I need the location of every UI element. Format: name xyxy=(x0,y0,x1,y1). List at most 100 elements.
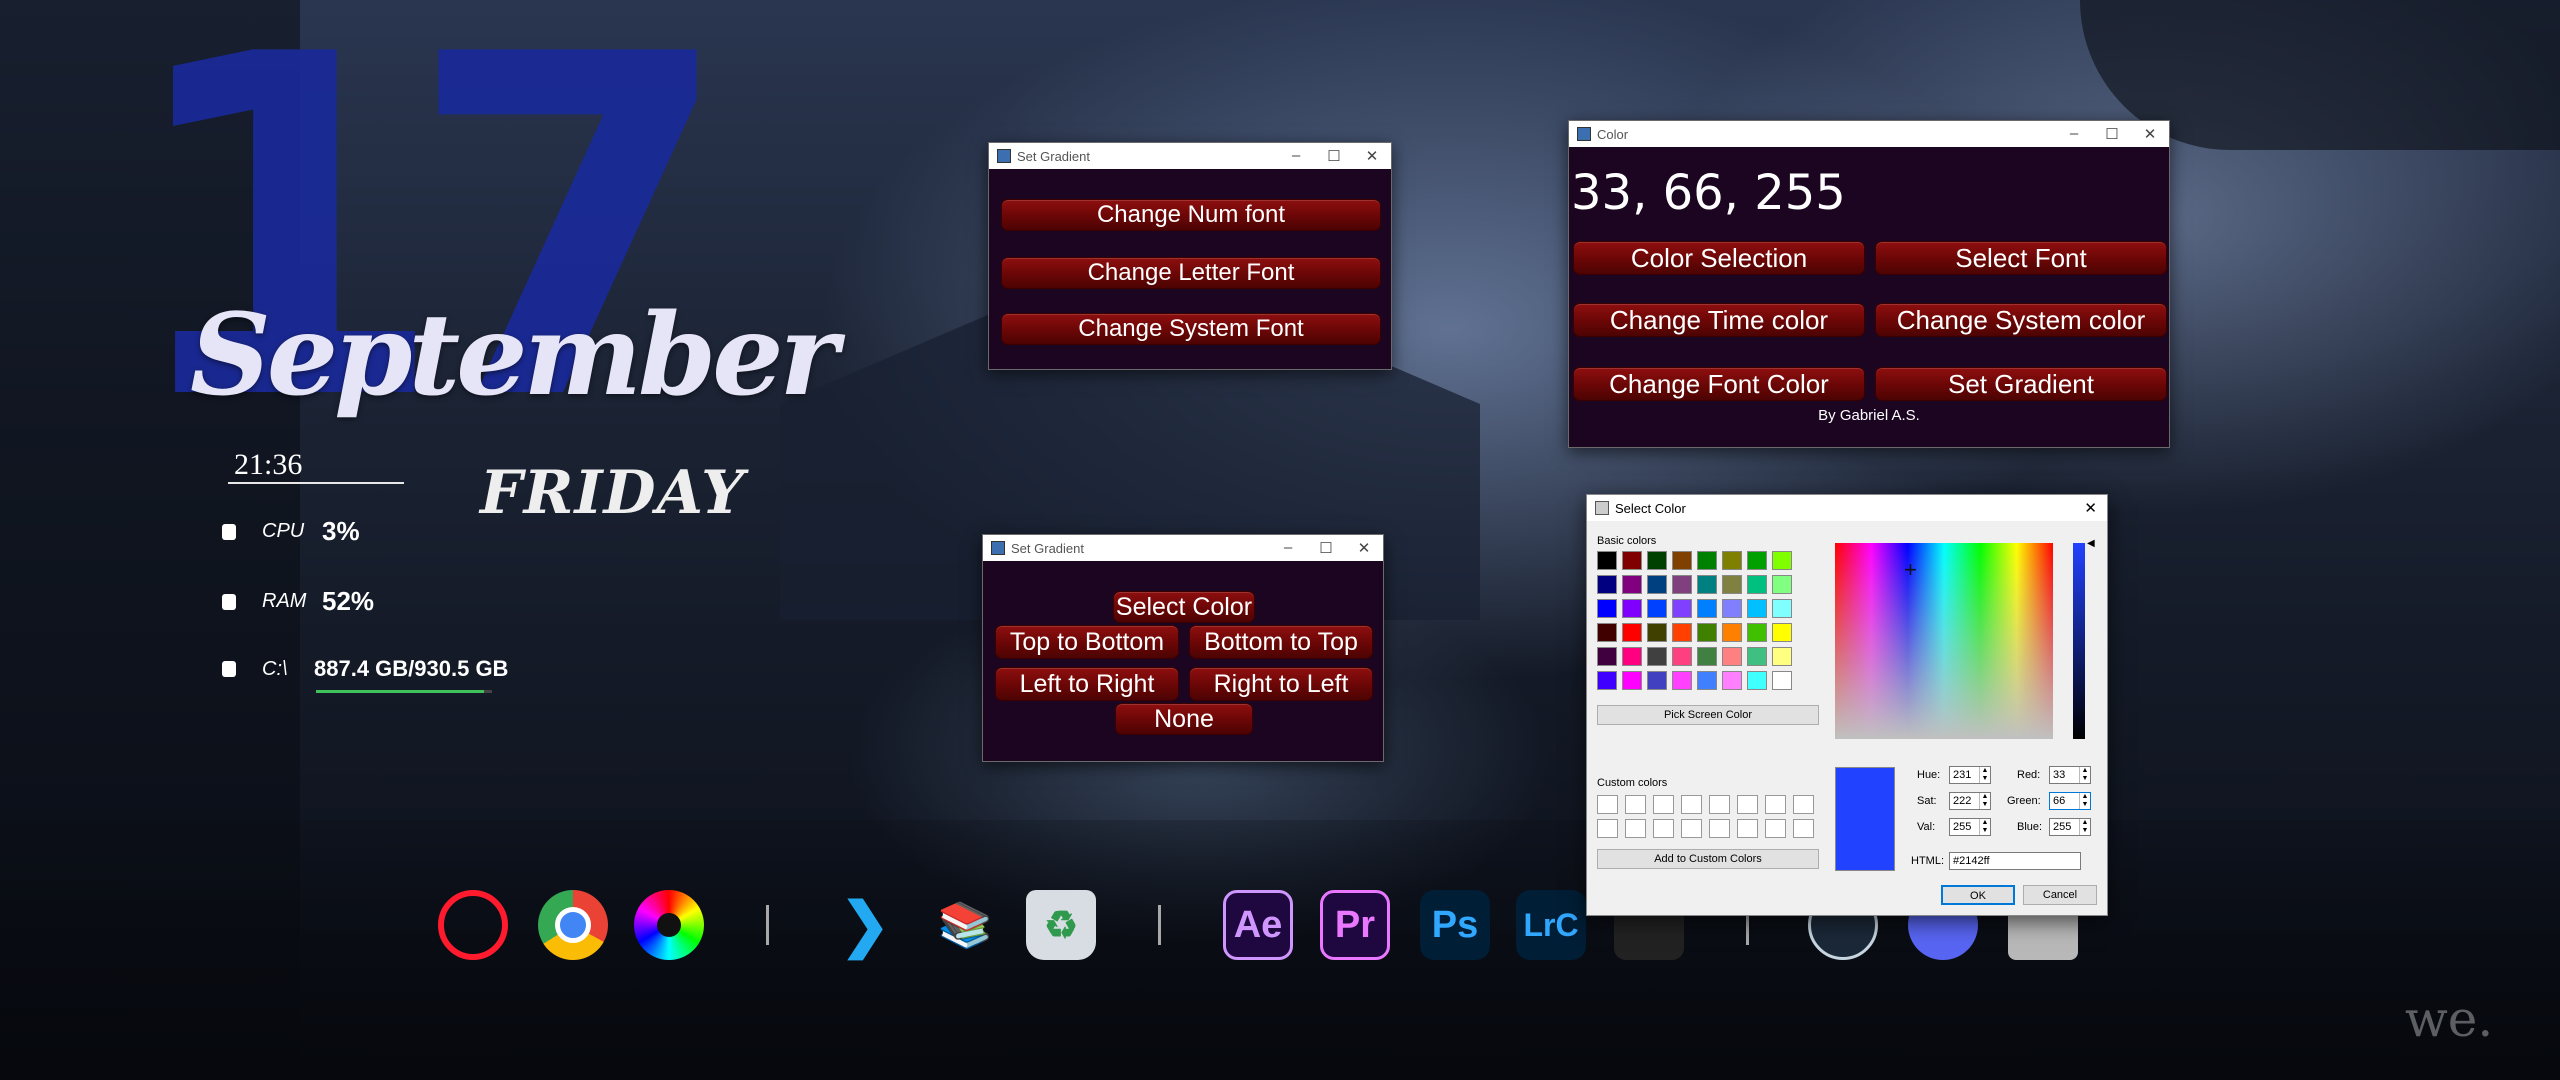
custom-color-slot[interactable] xyxy=(1625,795,1646,814)
select-font-button[interactable]: Select Font xyxy=(1875,241,2167,275)
custom-color-slot[interactable] xyxy=(1597,795,1618,814)
basic-color-swatch[interactable] xyxy=(1697,551,1717,570)
color-wheel-icon[interactable] xyxy=(634,890,704,960)
minimize-icon[interactable]: – xyxy=(1269,539,1307,557)
ok-button[interactable]: OK xyxy=(1941,885,2015,905)
custom-color-slot[interactable] xyxy=(1765,795,1786,814)
custom-color-slot[interactable] xyxy=(1709,795,1730,814)
basic-color-swatch[interactable] xyxy=(1597,671,1617,690)
basic-color-swatch[interactable] xyxy=(1647,599,1667,618)
basic-color-swatch[interactable] xyxy=(1672,599,1692,618)
basic-color-swatch[interactable] xyxy=(1597,623,1617,642)
hue-input[interactable]: 231 ▲ ▼ xyxy=(1949,766,1991,784)
basic-color-swatch[interactable] xyxy=(1697,647,1717,666)
left-to-right-button[interactable]: Left to Right xyxy=(995,667,1179,701)
basic-color-swatch[interactable] xyxy=(1622,647,1642,666)
basic-color-swatch[interactable] xyxy=(1697,599,1717,618)
green-input[interactable]: 66 ▲ ▼ xyxy=(2049,792,2091,810)
basic-color-swatch[interactable] xyxy=(1597,575,1617,594)
maximize-icon[interactable]: ☐ xyxy=(2093,125,2131,143)
basic-color-swatch[interactable] xyxy=(1672,575,1692,594)
maximize-icon[interactable]: ☐ xyxy=(1307,539,1345,557)
change-system-color-button[interactable]: Change System color xyxy=(1875,303,2167,337)
chrome-icon[interactable] xyxy=(538,890,608,960)
custom-color-slot[interactable] xyxy=(1653,819,1674,838)
none-button[interactable]: None xyxy=(1115,703,1253,735)
custom-color-slot[interactable] xyxy=(1597,819,1618,838)
basic-color-swatch[interactable] xyxy=(1672,551,1692,570)
basic-color-swatch[interactable] xyxy=(1772,575,1792,594)
lightroom-icon[interactable]: LrC xyxy=(1516,890,1586,960)
basic-color-swatch[interactable] xyxy=(1597,647,1617,666)
change-system-font-button[interactable]: Change System Font xyxy=(1001,313,1381,345)
basic-color-swatch[interactable] xyxy=(1622,575,1642,594)
change-time-color-button[interactable]: Change Time color xyxy=(1573,303,1865,337)
basic-color-swatch[interactable] xyxy=(1772,623,1792,642)
val-input[interactable]: 255 ▲ ▼ xyxy=(1949,818,1991,836)
basic-color-swatch[interactable] xyxy=(1647,623,1667,642)
change-letter-font-button[interactable]: Change Letter Font xyxy=(1001,257,1381,289)
opera-icon[interactable] xyxy=(438,890,508,960)
basic-color-swatch[interactable] xyxy=(1647,647,1667,666)
basic-color-swatch[interactable] xyxy=(1772,551,1792,570)
basic-color-swatch[interactable] xyxy=(1672,671,1692,690)
basic-color-swatch[interactable] xyxy=(1672,647,1692,666)
sat-input[interactable]: 222 ▲ ▼ xyxy=(1949,792,1991,810)
basic-color-swatch[interactable] xyxy=(1597,551,1617,570)
custom-color-slot[interactable] xyxy=(1793,819,1814,838)
library-icon[interactable]: 📚 xyxy=(930,890,1000,960)
cancel-button[interactable]: Cancel xyxy=(2023,885,2097,905)
close-icon[interactable]: ✕ xyxy=(1353,147,1391,165)
basic-color-swatch[interactable] xyxy=(1597,599,1617,618)
minimize-icon[interactable]: – xyxy=(2055,125,2093,143)
basic-color-swatch[interactable] xyxy=(1747,647,1767,666)
close-icon[interactable]: ✕ xyxy=(1345,539,1383,557)
add-to-custom-colors-button[interactable]: Add to Custom Colors xyxy=(1597,849,1819,869)
pick-screen-color-button[interactable]: Pick Screen Color xyxy=(1597,705,1819,725)
change-font-color-button[interactable]: Change Font Color xyxy=(1573,367,1865,401)
set-gradient-button[interactable]: Set Gradient xyxy=(1875,367,2167,401)
photoshop-icon[interactable]: Ps xyxy=(1420,890,1490,960)
basic-color-swatch[interactable] xyxy=(1647,551,1667,570)
top-to-bottom-button[interactable]: Top to Bottom xyxy=(995,625,1179,659)
recycle-bin-icon[interactable]: ♻ xyxy=(1026,890,1096,960)
basic-color-swatch[interactable] xyxy=(1747,575,1767,594)
basic-color-swatch[interactable] xyxy=(1672,623,1692,642)
change-num-font-button[interactable]: Change Num font xyxy=(1001,199,1381,231)
color-selection-button[interactable]: Color Selection xyxy=(1573,241,1865,275)
basic-color-swatch[interactable] xyxy=(1772,647,1792,666)
custom-color-slot[interactable] xyxy=(1765,819,1786,838)
basic-color-swatch[interactable] xyxy=(1697,575,1717,594)
red-input[interactable]: 33 ▲ ▼ xyxy=(2049,766,2091,784)
custom-color-slot[interactable] xyxy=(1709,819,1730,838)
basic-color-swatch[interactable] xyxy=(1722,551,1742,570)
blue-input[interactable]: 255 ▲ ▼ xyxy=(2049,818,2091,836)
value-slider[interactable] xyxy=(2073,543,2085,739)
maximize-icon[interactable]: ☐ xyxy=(1315,147,1353,165)
basic-color-swatch[interactable] xyxy=(1622,599,1642,618)
basic-color-swatch[interactable] xyxy=(1747,671,1767,690)
select-color-button[interactable]: Select Color xyxy=(1113,591,1255,623)
basic-color-swatch[interactable] xyxy=(1747,599,1767,618)
minimize-icon[interactable]: – xyxy=(1277,147,1315,165)
close-icon[interactable]: ✕ xyxy=(2084,499,2097,517)
basic-color-swatch[interactable] xyxy=(1622,623,1642,642)
basic-color-swatch[interactable] xyxy=(1722,575,1742,594)
custom-color-slot[interactable] xyxy=(1653,795,1674,814)
hue-saturation-field[interactable] xyxy=(1835,543,2053,739)
custom-color-slot[interactable] xyxy=(1793,795,1814,814)
basic-color-swatch[interactable] xyxy=(1722,671,1742,690)
basic-color-swatch[interactable] xyxy=(1622,551,1642,570)
right-to-left-button[interactable]: Right to Left xyxy=(1189,667,1373,701)
basic-color-swatch[interactable] xyxy=(1647,575,1667,594)
custom-color-slot[interactable] xyxy=(1681,795,1702,814)
custom-color-slot[interactable] xyxy=(1625,819,1646,838)
basic-color-swatch[interactable] xyxy=(1772,599,1792,618)
basic-color-swatch[interactable] xyxy=(1622,671,1642,690)
after-effects-icon[interactable]: Ae xyxy=(1223,890,1293,960)
custom-color-slot[interactable] xyxy=(1737,819,1758,838)
custom-color-slot[interactable] xyxy=(1737,795,1758,814)
custom-color-slot[interactable] xyxy=(1681,819,1702,838)
basic-color-swatch[interactable] xyxy=(1747,623,1767,642)
vscode-icon[interactable]: ❯ xyxy=(830,890,900,960)
